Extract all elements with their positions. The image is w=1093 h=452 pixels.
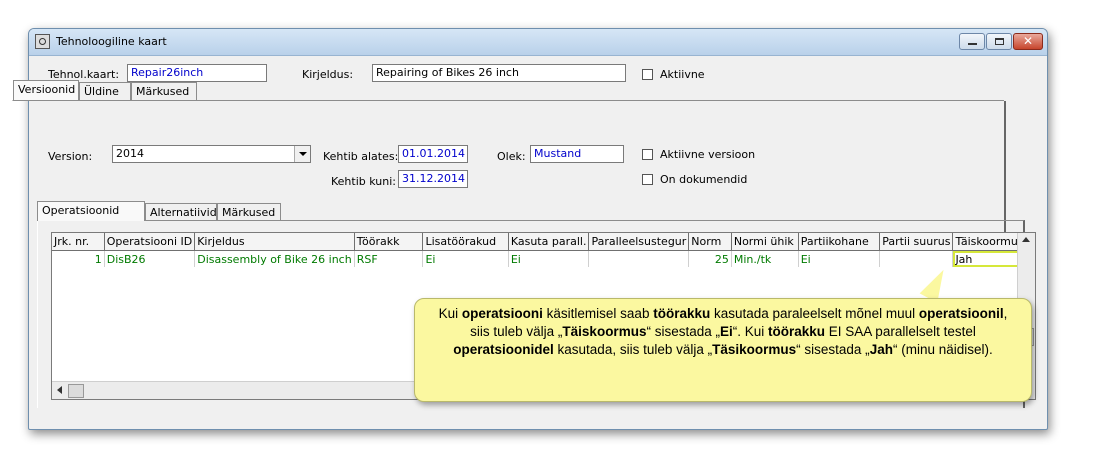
- callout-bold: Jah: [869, 342, 893, 357]
- chevron-down-icon[interactable]: [294, 146, 310, 162]
- version-combo[interactable]: 2014: [112, 145, 311, 163]
- cell-norm[interactable]: 25: [688, 250, 732, 267]
- scroll-up-icon[interactable]: [1022, 237, 1030, 242]
- callout-bold: Täsikoormus: [712, 342, 797, 357]
- top-tab-strip: Versioonid Üldine Märkused: [13, 80, 253, 100]
- cell-lisatoorakud[interactable]: Ei: [422, 250, 509, 267]
- col-operatsiooni-id[interactable]: Operatsiooni ID: [104, 233, 196, 251]
- col-kasuta-parall[interactable]: Kasuta parall.: [508, 233, 590, 251]
- col-partiikohane[interactable]: Partiikohane: [798, 233, 881, 251]
- col-kirjeldus[interactable]: Kirjeldus: [194, 233, 355, 251]
- table-row[interactable]: 1 DisB26 Disassembly of Bike 26 inch RSF…: [52, 250, 1035, 267]
- horizontal-scroll-thumb[interactable]: [68, 384, 84, 398]
- cell-jrk-nr[interactable]: 1: [52, 250, 105, 267]
- col-normi-uhik[interactable]: Normi ühik: [731, 233, 799, 251]
- kehtib-kuni-label: Kehtib kuni:: [331, 175, 396, 188]
- tab-markused[interactable]: Märkused: [131, 82, 197, 100]
- callout-bold: operatsiooni: [461, 306, 543, 321]
- col-lisatoorakud[interactable]: Lisatöörakud: [422, 233, 509, 251]
- kehtib-alates-label: Kehtib alates:: [323, 150, 399, 163]
- cell-partiikohane[interactable]: Ei: [798, 250, 881, 267]
- aktiivne-versioon-checkbox[interactable]: [642, 149, 653, 160]
- aktiivne-checkbox[interactable]: [642, 69, 653, 80]
- col-partii-suurus[interactable]: Partii suurus: [879, 233, 954, 251]
- minimize-icon: [968, 43, 977, 45]
- scroll-left-icon[interactable]: [57, 386, 62, 394]
- col-toorakk[interactable]: Töörakk: [354, 233, 424, 251]
- window-title: Tehnoloogiline kaart: [56, 35, 167, 48]
- tab-operatsioonid[interactable]: Operatsioonid: [37, 201, 145, 221]
- aktiivne-label: Aktiivne: [660, 68, 705, 81]
- version-combo-value: 2014: [116, 147, 144, 160]
- maximize-icon: [995, 38, 1004, 45]
- minimize-button[interactable]: [959, 33, 985, 50]
- maximize-button[interactable]: [986, 33, 1012, 50]
- aktiivne-versioon-label: Aktiivne versioon: [660, 148, 756, 161]
- col-paralleelsustegur[interactable]: Paralleelsustegur: [588, 233, 690, 251]
- callout-bold: Täiskoormus: [562, 324, 647, 339]
- callout-text: Kui: [438, 306, 462, 321]
- callout-text: “ sisestada „: [796, 342, 870, 357]
- kehtib-alates-field[interactable]: 01.01.2014: [398, 145, 468, 163]
- kirjeldus-label: Kirjeldus:: [302, 68, 354, 81]
- callout-annotation: Kui operatsiooni käsitlemisel saab tööra…: [414, 298, 1032, 402]
- close-button[interactable]: ✕: [1013, 33, 1043, 50]
- col-jrk-nr[interactable]: Jrk. nr.: [52, 233, 105, 251]
- tab-markused-inner[interactable]: Märkused: [217, 203, 281, 221]
- version-label: Version:: [48, 150, 93, 163]
- grid-header-row: Jrk. nr. Operatsiooni ID Kirjeldus Tööra…: [52, 233, 1035, 251]
- callout-bold: operatsioonil: [918, 306, 1004, 321]
- callout-text: kasutada paraleelselt mõnel muul: [710, 306, 919, 321]
- title-bar: Tehnoloogiline kaart ✕: [29, 29, 1047, 56]
- inner-tab-strip: Operatsioonid Alternatiivid Märkused: [17, 201, 281, 221]
- callout-bold: töörakku: [768, 324, 826, 339]
- cell-kasuta-parall[interactable]: Ei: [508, 250, 590, 267]
- col-norm[interactable]: Norm: [688, 233, 732, 251]
- callout-bold: operatsioonidel: [453, 342, 554, 357]
- app-icon: [35, 34, 50, 49]
- cell-kirjeldus[interactable]: Disassembly of Bike 26 inch: [194, 250, 355, 267]
- tab-versioonid[interactable]: Versioonid: [13, 80, 79, 100]
- on-dokumendid-checkbox[interactable]: [642, 174, 653, 185]
- tab-uldine[interactable]: Üldine: [79, 82, 131, 100]
- tab-alternatiivid[interactable]: Alternatiivid: [145, 203, 217, 221]
- callout-text: EI SAA parallelselt testel: [825, 324, 976, 339]
- cell-normi-uhik[interactable]: Min./tk: [731, 250, 799, 267]
- callout-text: kasutada, siis tuleb välja „: [553, 342, 713, 357]
- olek-field[interactable]: Mustand: [530, 145, 624, 163]
- kirjeldus-field[interactable]: Repairing of Bikes 26 inch: [372, 64, 626, 82]
- olek-label: Olek:: [497, 150, 526, 163]
- cell-paralleelsustegur[interactable]: [588, 250, 690, 267]
- callout-text: käsitlemisel saab: [542, 306, 654, 321]
- callout-text: “ (minu näidisel).: [892, 342, 993, 357]
- on-dokumendid-label: On dokumendid: [660, 173, 748, 186]
- operations-table: Jrk. nr. Operatsiooni ID Kirjeldus Tööra…: [52, 233, 1035, 267]
- kehtib-kuni-field[interactable]: 31.12.2014: [398, 170, 468, 188]
- callout-text: “. Kui: [732, 324, 769, 339]
- close-icon: ✕: [1022, 34, 1034, 48]
- cell-partii-suurus[interactable]: [879, 250, 954, 267]
- callout-bold: töörakku: [653, 306, 711, 321]
- callout-bold: Ei: [719, 324, 733, 339]
- cell-operatsiooni-id[interactable]: DisB26: [104, 250, 196, 267]
- cell-toorakk[interactable]: RSF: [354, 250, 424, 267]
- callout-text: “ sisestada „: [646, 324, 720, 339]
